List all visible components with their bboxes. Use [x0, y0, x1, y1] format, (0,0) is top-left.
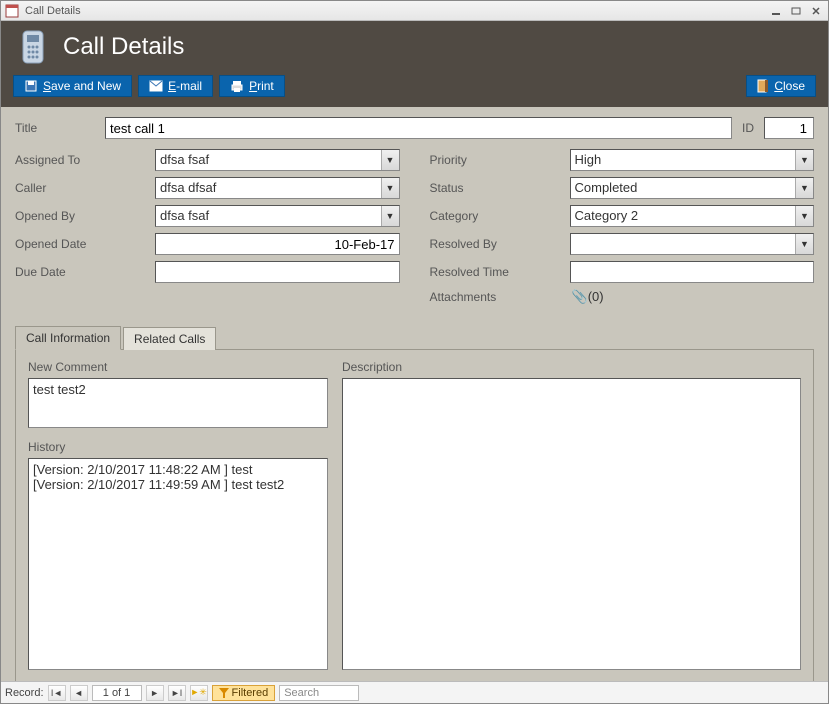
titlebar: Call Details — [1, 1, 828, 21]
resolved-by-label: Resolved By — [430, 237, 570, 251]
assigned-to-combo[interactable]: dfsa fsaf ▼ — [155, 149, 400, 171]
chevron-down-icon[interactable]: ▼ — [795, 206, 813, 226]
due-date-input[interactable] — [155, 261, 400, 283]
id-label: ID — [742, 121, 754, 135]
status-label: Status — [430, 181, 570, 195]
caller-combo[interactable]: dfsa dfsaf ▼ — [155, 177, 400, 199]
tab-call-information[interactable]: Call Information — [15, 326, 121, 350]
attachments-field[interactable]: 📎(0) — [570, 289, 815, 305]
door-icon — [757, 79, 769, 93]
status-value: Completed — [571, 178, 796, 198]
chevron-down-icon[interactable]: ▼ — [795, 178, 813, 198]
record-label: Record: — [5, 687, 44, 699]
category-combo[interactable]: Category 2 ▼ — [570, 205, 815, 227]
close-button[interactable]: CCloselose — [746, 75, 816, 97]
chevron-down-icon[interactable]: ▼ — [381, 150, 399, 170]
call-details-window: Call Details Call Details — [0, 0, 829, 704]
opened-date-input[interactable] — [155, 233, 400, 255]
minimize-button[interactable] — [768, 4, 784, 18]
search-input[interactable]: Search — [279, 685, 359, 701]
page-title: Call Details — [63, 33, 184, 61]
resolved-by-value — [571, 234, 796, 254]
tabstrip: Call Information Related Calls — [15, 326, 814, 350]
category-label: Category — [430, 209, 570, 223]
chevron-down-icon[interactable]: ▼ — [381, 178, 399, 198]
nav-next-button[interactable]: ► — [146, 685, 164, 701]
email-button[interactable]: EE-mail-mail — [138, 75, 213, 97]
chevron-down-icon[interactable]: ▼ — [795, 234, 813, 254]
nav-prev-button[interactable]: ◄ — [70, 685, 88, 701]
filter-icon — [219, 688, 229, 698]
save-icon — [24, 79, 38, 93]
record-navigator: Record: I◄ ◄ 1 of 1 ► ►I ►✳ Filtered Sea… — [1, 681, 828, 703]
description-label: Description — [342, 360, 801, 374]
status-combo[interactable]: Completed ▼ — [570, 177, 815, 199]
tab-panel-call-information: New Comment test test2 History [Version:… — [15, 349, 814, 681]
priority-label: Priority — [430, 153, 570, 167]
opened-by-label: Opened By — [15, 209, 155, 223]
nav-new-button[interactable]: ►✳ — [190, 685, 208, 701]
due-date-label: Due Date — [15, 265, 155, 279]
left-column: Assigned To dfsa fsaf ▼ Caller dfsa dfsa… — [15, 149, 400, 311]
priority-value: High — [571, 150, 796, 170]
attachments-label: Attachments — [430, 290, 570, 304]
title-input[interactable] — [105, 117, 732, 139]
resolved-time-label: Resolved Time — [430, 265, 570, 279]
opened-by-value: dfsa fsaf — [156, 206, 381, 226]
opened-by-combo[interactable]: dfsa fsaf ▼ — [155, 205, 400, 227]
form-body: Title ID Assigned To dfsa fsaf ▼ Caller — [1, 107, 828, 681]
new-comment-label: New Comment — [28, 360, 328, 374]
restore-button[interactable] — [788, 4, 804, 18]
print-button[interactable]: PPrintrint — [219, 75, 285, 97]
priority-combo[interactable]: High ▼ — [570, 149, 815, 171]
form-header: Call Details SSave and Newave and New EE… — [1, 21, 828, 107]
form-icon — [5, 4, 19, 18]
save-and-new-button[interactable]: SSave and Newave and New — [13, 75, 132, 97]
toolbar: SSave and Newave and New EE-mail-mail PP… — [13, 75, 816, 97]
paperclip-icon: 📎 — [572, 289, 588, 304]
assigned-to-value: dfsa fsaf — [156, 150, 381, 170]
description-textbox[interactable] — [342, 378, 801, 670]
caller-label: Caller — [15, 181, 155, 195]
phone-icon — [13, 27, 53, 67]
attachments-count: (0) — [588, 289, 604, 304]
filter-indicator[interactable]: Filtered — [212, 685, 276, 701]
opened-date-label: Opened Date — [15, 237, 155, 251]
window-title: Call Details — [25, 5, 81, 17]
id-input[interactable] — [764, 117, 814, 139]
tab-related-calls[interactable]: Related Calls — [123, 327, 216, 350]
resolved-time-input[interactable] — [570, 261, 815, 283]
resolved-by-combo[interactable]: ▼ — [570, 233, 815, 255]
nav-first-button[interactable]: I◄ — [48, 685, 66, 701]
record-position[interactable]: 1 of 1 — [92, 685, 142, 701]
close-window-button[interactable] — [808, 4, 824, 18]
right-column: Priority High ▼ Status Completed ▼ Categ… — [430, 149, 815, 311]
history-label: History — [28, 440, 328, 454]
caller-value: dfsa dfsaf — [156, 178, 381, 198]
new-comment-input[interactable]: test test2 — [28, 378, 328, 428]
history-textbox[interactable]: [Version: 2/10/2017 11:48:22 AM ] test [… — [28, 458, 328, 670]
category-value: Category 2 — [571, 206, 796, 226]
print-icon — [230, 79, 244, 93]
chevron-down-icon[interactable]: ▼ — [381, 206, 399, 226]
mail-icon — [149, 80, 163, 92]
nav-last-button[interactable]: ►I — [168, 685, 186, 701]
chevron-down-icon[interactable]: ▼ — [795, 150, 813, 170]
title-label: Title — [15, 121, 95, 135]
assigned-to-label: Assigned To — [15, 153, 155, 167]
